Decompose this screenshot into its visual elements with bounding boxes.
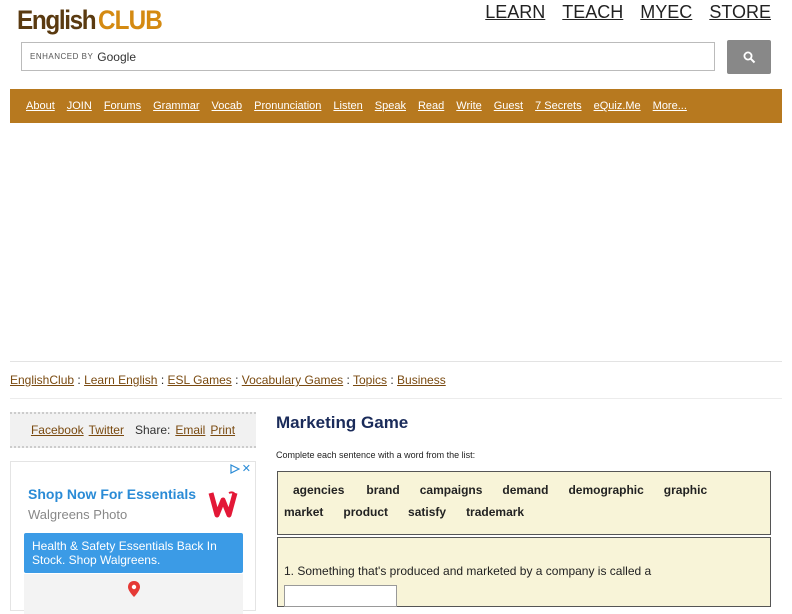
word-item: demographic [568,483,644,497]
nav-equiz[interactable]: eQuiz.Me [594,100,641,112]
word-item: campaigns [419,483,483,497]
word-item: graphic [663,483,708,497]
enhanced-by-label: ENHANCED BY [30,52,94,61]
share-email-link[interactable]: Email [175,423,205,437]
nav-7-secrets[interactable]: 7 Secrets [535,100,581,112]
nav-more[interactable]: More... [653,100,687,112]
search-button[interactable] [727,40,771,74]
breadcrumb-esl-games[interactable]: ESL Games [168,373,232,387]
divider [10,398,782,399]
word-item: trademark [466,505,525,519]
answer-input-1[interactable] [284,585,397,607]
topnav-myec[interactable]: MYEC [640,2,692,23]
breadcrumb-englishclub[interactable]: EnglishClub [10,373,74,387]
breadcrumb-separator: : [160,373,165,387]
share-facebook-link[interactable]: Facebook [31,423,84,437]
nav-pronunciation[interactable]: Pronunciation [254,100,321,112]
topnav-learn[interactable]: LEARN [485,2,545,23]
nav-forums[interactable]: Forums [104,100,141,112]
breadcrumb-separator: : [390,373,394,387]
word-item: satisfy [408,505,447,519]
breadcrumb-separator: : [346,373,350,387]
google-label: Google [97,49,136,64]
advertisement[interactable]: ✕ Shop Now For Essentials Walgreens Phot… [10,461,256,614]
breadcrumb-vocabulary-games[interactable]: Vocabulary Games [242,373,343,387]
nav-join[interactable]: JOIN [67,100,92,112]
ad-close-icon[interactable]: ✕ [230,462,251,475]
breadcrumb-learn-english[interactable]: Learn English [84,373,157,387]
nav-write[interactable]: Write [456,100,481,112]
breadcrumb: EnglishClub : Learn English : ESL Games … [10,373,446,387]
ad-advertiser: Walgreens Photo [28,507,128,522]
word-item: product [343,505,389,519]
ad-body-text[interactable]: Health & Safety Essentials Back In Stock… [24,533,243,573]
top-navigation: LEARN TEACH MYEC STORE [485,2,771,23]
share-print-link[interactable]: Print [210,423,235,437]
topnav-store[interactable]: STORE [709,2,771,23]
share-bar: Facebook Twitter Share: Email Print [10,412,256,448]
nav-guest[interactable]: Guest [494,100,523,112]
breadcrumb-separator: : [77,373,81,387]
breadcrumb-business[interactable]: Business [397,373,446,387]
search-icon [743,51,755,63]
nav-about[interactable]: About [26,100,55,112]
map-pin-icon [128,581,140,597]
walgreens-logo [205,486,241,522]
nav-listen[interactable]: Listen [333,100,362,112]
englishclub-logo[interactable]: English CLUB [17,0,169,36]
breadcrumb-separator: : [235,373,239,387]
nav-speak[interactable]: Speak [375,100,406,112]
nav-grammar[interactable]: Grammar [153,100,199,112]
share-label: Share: [134,423,171,437]
instructions: Complete each sentence with a word from … [276,450,476,460]
word-item: demand [502,483,549,497]
divider [10,361,782,362]
word-item: market [284,505,324,519]
word-list: agencies brand campaigns demand demograp… [277,471,771,535]
adchoices-icon [230,464,241,475]
nav-vocab[interactable]: Vocab [212,100,243,112]
ad-title[interactable]: Shop Now For Essentials [28,486,196,502]
ad-map-image[interactable] [24,574,243,614]
question-1-text: 1. Something that's produced and markete… [284,564,652,578]
main-navbar: About JOIN Forums Grammar Vocab Pronunci… [10,89,782,123]
search-input[interactable]: ENHANCED BY Google [21,42,715,71]
word-item: brand [366,483,400,497]
question-box: 1. Something that's produced and markete… [277,537,771,607]
logo-english-text: English [17,5,97,35]
logo-club-text: CLUB [98,5,163,35]
nav-read[interactable]: Read [418,100,444,112]
share-twitter-link[interactable]: Twitter [89,423,124,437]
ad-close-glyph: ✕ [241,463,251,475]
breadcrumb-topics[interactable]: Topics [353,373,387,387]
page-title: Marketing Game [276,413,409,432]
word-item: agencies [293,483,345,497]
topnav-teach[interactable]: TEACH [562,2,623,23]
